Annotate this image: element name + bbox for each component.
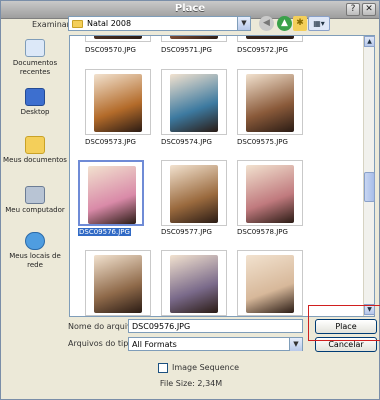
place-network[interactable]: Meus locais de rede	[3, 232, 67, 270]
place-label: Meu computador	[5, 206, 65, 214]
photo-thumbnail	[170, 74, 218, 132]
photo-thumbnail	[246, 36, 294, 39]
desktop-icon	[25, 88, 45, 106]
look-in-dropdown[interactable]: Natal 2008 ▼	[68, 16, 251, 31]
filetype-select[interactable]: All Formats ▼	[128, 337, 303, 351]
up-folder-icon[interactable]: ▲	[277, 16, 292, 31]
scroll-thumb[interactable]	[364, 172, 375, 202]
file-thumbnail-grid: DSC09570.JPG DSC09571.JPG DSC09572.JPG D…	[69, 35, 375, 317]
views-menu-icon[interactable]: ▦▾	[308, 16, 330, 31]
my-documents-icon	[25, 136, 45, 154]
filetype-label: Arquivos do tipo:	[68, 339, 136, 348]
file-name: DSC09575.JPG	[237, 138, 288, 146]
photo-thumbnail	[246, 255, 294, 313]
window-title: Place	[174, 3, 206, 14]
file-name: DSC09572.JPG	[237, 46, 288, 54]
image-sequence-checkbox[interactable]	[158, 363, 168, 373]
new-folder-icon[interactable]: ✱	[293, 16, 307, 31]
place-label: Meus documentos	[3, 156, 67, 164]
place-recent-documents[interactable]: Documentos recentes	[3, 39, 67, 77]
photo-thumbnail	[170, 165, 218, 223]
close-icon[interactable]: ✕	[362, 3, 376, 16]
place-label: Desktop	[20, 108, 50, 116]
vertical-scrollbar[interactable]: ▲ ▼	[363, 36, 375, 316]
filename-field[interactable]: DSC09576.JPG	[128, 319, 303, 333]
highlight-annotation	[308, 305, 380, 341]
help-icon[interactable]: ?	[346, 3, 360, 16]
file-name: DSC09571.JPG	[161, 46, 212, 54]
photo-thumbnail	[246, 74, 294, 132]
file-name: DSC09574.JPG	[161, 138, 212, 146]
file-name: DSC09577.JPG	[161, 228, 212, 236]
place-dialog: Place ? ✕ Examinar: Natal 2008 ▼ ◀ ▲ ✱ ▦…	[0, 0, 380, 400]
filename-value: DSC09576.JPG	[132, 322, 191, 331]
place-my-computer[interactable]: Meu computador	[3, 186, 67, 215]
look-in-value: Natal 2008	[87, 19, 132, 28]
photo-thumbnail	[94, 36, 142, 39]
places-bar: Documentos recentes Desktop Meus documen…	[3, 36, 67, 316]
look-in-label: Examinar:	[32, 20, 73, 29]
folder-icon	[72, 20, 83, 28]
photo-thumbnail	[170, 36, 218, 39]
network-places-icon	[25, 232, 45, 250]
file-name: DSC09578.JPG	[237, 228, 288, 236]
chevron-down-icon[interactable]: ▼	[289, 338, 302, 351]
scroll-up-icon[interactable]: ▲	[364, 36, 375, 47]
my-computer-icon	[25, 186, 45, 204]
image-sequence-label: Image Sequence	[172, 363, 240, 372]
file-size-text: File Size: 2,34M	[159, 379, 223, 388]
photo-thumbnail	[246, 165, 294, 223]
file-name: DSC09576.JPG	[78, 228, 131, 236]
photo-thumbnail	[94, 255, 142, 313]
place-my-documents[interactable]: Meus documentos	[3, 136, 67, 165]
file-name: DSC09570.JPG	[85, 46, 136, 54]
place-label: Documentos recentes	[12, 59, 58, 76]
chevron-down-icon[interactable]: ▼	[237, 17, 250, 30]
back-arrow-icon[interactable]: ◀	[259, 16, 274, 31]
photo-thumbnail	[94, 74, 142, 132]
filetype-value: All Formats	[132, 340, 177, 349]
place-desktop[interactable]: Desktop	[3, 88, 67, 117]
file-name: DSC09573.JPG	[85, 138, 136, 146]
photo-thumbnail	[88, 166, 136, 224]
recent-documents-icon	[25, 39, 45, 57]
place-label: Meus locais de rede	[9, 252, 61, 269]
photo-thumbnail	[170, 255, 218, 313]
